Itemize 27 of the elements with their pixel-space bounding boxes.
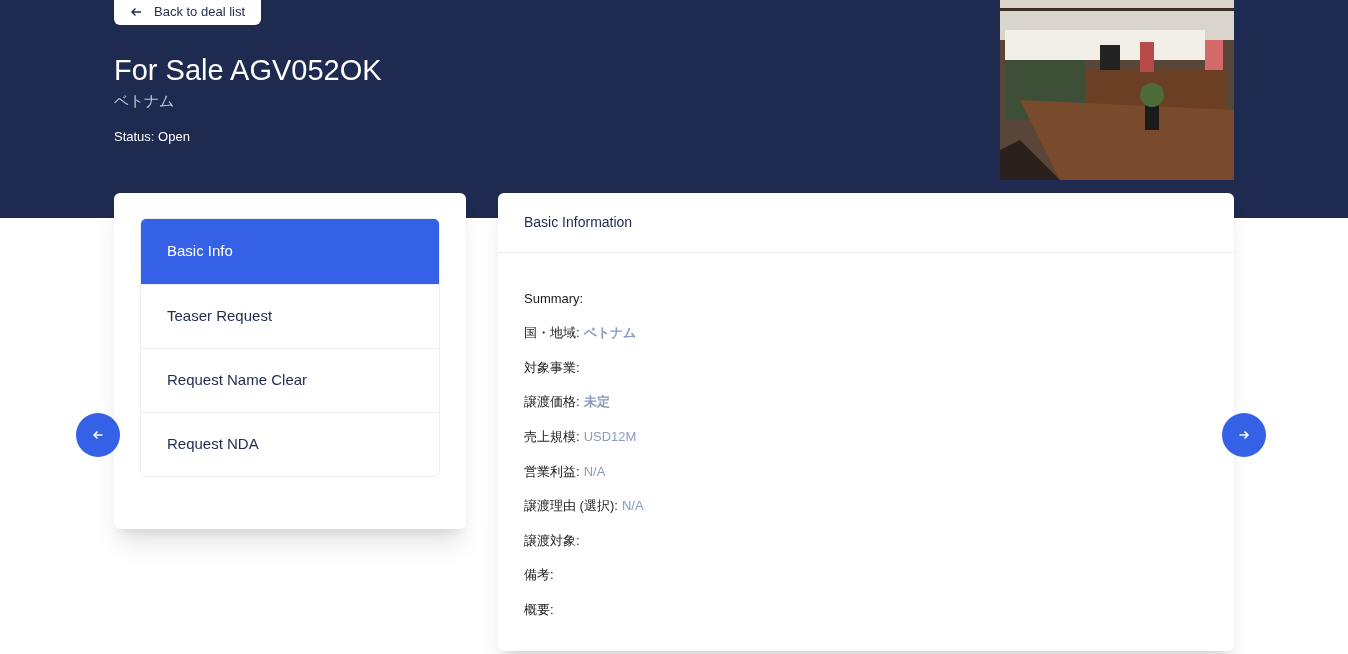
field-label: 譲渡価格: [524,393,580,412]
arrow-left-icon [92,429,104,441]
field-label: 譲渡理由 (選択): [524,497,618,516]
deal-status: Status: Open [114,127,190,146]
back-button[interactable]: Back to deal list [114,0,262,25]
field-value: USD12M [583,427,637,446]
field-label: 営業利益: [524,462,580,481]
tab[interactable]: Basic Info [141,219,439,284]
arrow-right-icon [1238,429,1250,441]
field-label: Summary: [524,289,584,308]
field-value: ベトナム [583,324,636,343]
field-label: 備考: [524,566,554,585]
field-label: 対象事業: [524,358,580,377]
field-label: 概要: [524,600,554,619]
field-label: 売上規模: [524,427,580,446]
field-value: N/A [621,497,644,516]
field-label: 譲渡対象: [524,531,580,550]
field-label: 国・地域: [524,324,580,343]
deal-country: ベトナム [114,91,174,111]
field-value: N/A [583,462,606,481]
next-button[interactable] [1222,413,1266,457]
deal-title: For Sale AGV052OK [114,53,382,88]
field-value: 未定 [583,393,610,412]
tab[interactable]: Request NDA [141,412,439,476]
card-title: Basic Information [498,193,1234,253]
arrow-left-icon [130,5,142,18]
previous-button[interactable] [76,413,120,457]
